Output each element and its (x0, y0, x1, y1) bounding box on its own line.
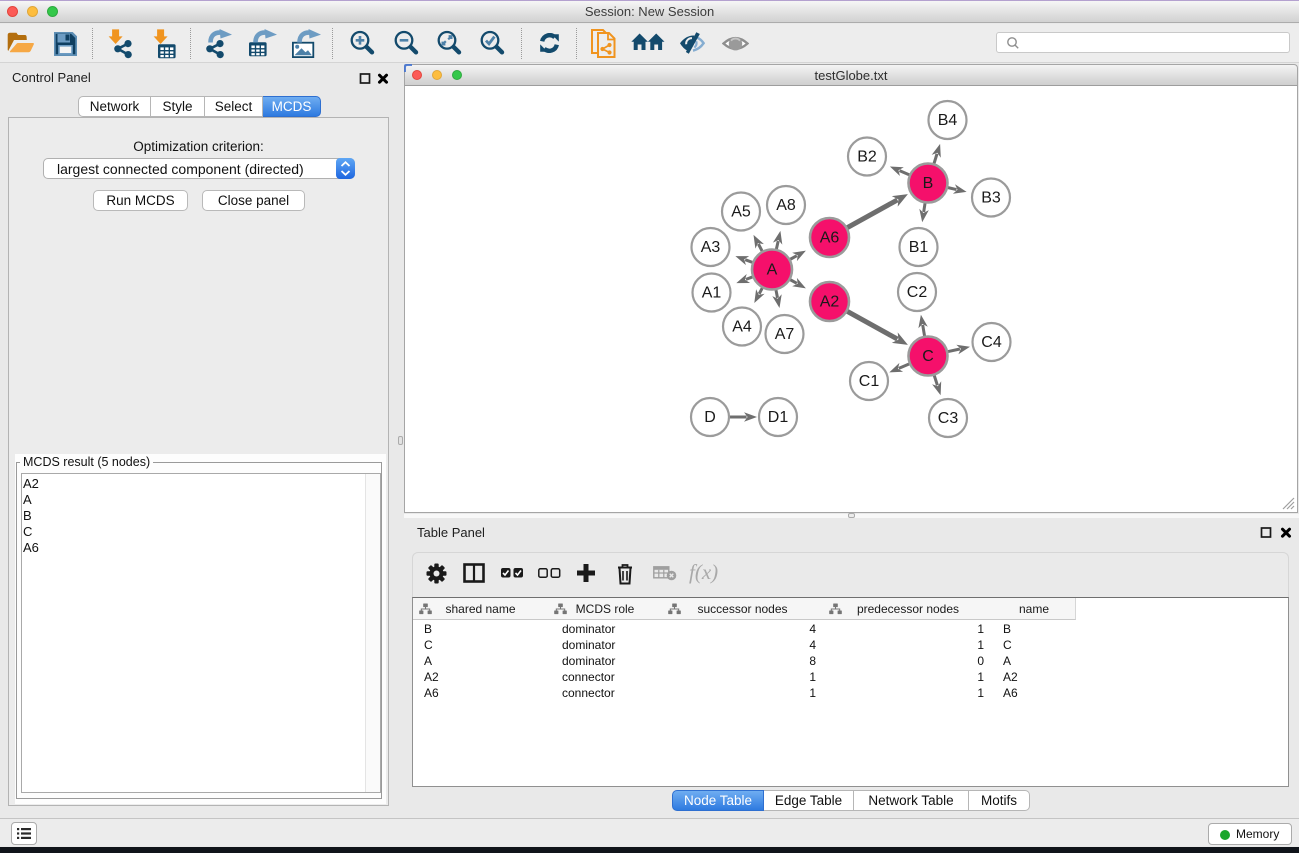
svg-text:C1: C1 (859, 373, 880, 390)
svg-text:C4: C4 (981, 334, 1002, 351)
svg-text:A1: A1 (702, 285, 722, 302)
svg-text:A7: A7 (775, 326, 795, 343)
svg-text:B3: B3 (981, 190, 1001, 207)
svg-text:D: D (704, 409, 716, 426)
svg-text:A6: A6 (820, 230, 840, 247)
svg-text:B4: B4 (938, 112, 958, 129)
svg-text:A2: A2 (820, 294, 840, 311)
svg-text:A3: A3 (701, 239, 721, 256)
svg-text:B2: B2 (857, 149, 877, 166)
svg-text:A5: A5 (731, 204, 751, 221)
svg-text:A: A (767, 262, 778, 279)
svg-text:A4: A4 (732, 319, 752, 336)
svg-text:B1: B1 (909, 239, 929, 256)
svg-text:D1: D1 (768, 409, 789, 426)
svg-text:B: B (923, 175, 934, 192)
svg-text:C3: C3 (938, 410, 959, 427)
svg-text:C2: C2 (907, 284, 928, 301)
svg-text:A8: A8 (776, 197, 796, 214)
svg-text:C: C (922, 348, 934, 365)
